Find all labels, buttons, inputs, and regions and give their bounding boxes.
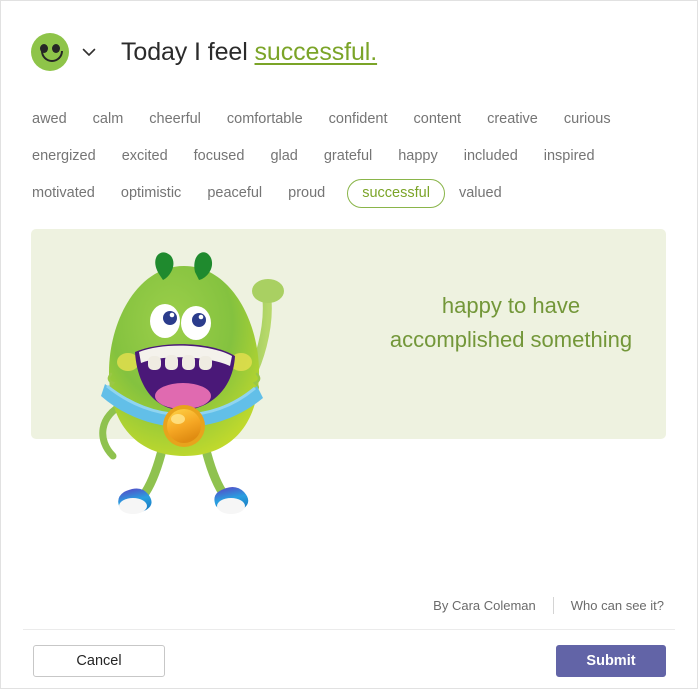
mood-word-grateful[interactable]: grateful xyxy=(324,149,372,164)
mood-word-curious[interactable]: curious xyxy=(564,112,611,127)
dialog-header: Today I feel successful. xyxy=(31,29,377,75)
mood-row: awed calm cheerful comfortable confident… xyxy=(32,101,672,138)
mood-word-cheerful[interactable]: cheerful xyxy=(149,112,201,127)
mood-word-motivated[interactable]: motivated xyxy=(32,186,95,201)
mood-row: energized excited focused glad grateful … xyxy=(32,138,672,175)
title-selected-mood[interactable]: successful. xyxy=(255,38,378,66)
green-furry-monster-illustration xyxy=(91,244,321,514)
mood-word-awed[interactable]: awed xyxy=(32,112,67,127)
mood-word-valued[interactable]: valued xyxy=(459,186,502,201)
mood-word-glad[interactable]: glad xyxy=(270,149,297,164)
mood-word-focused[interactable]: focused xyxy=(194,149,245,164)
mood-word-included[interactable]: included xyxy=(464,149,518,164)
mood-word-list: awed calm cheerful comfortable confident… xyxy=(32,101,672,212)
who-can-see-it-link[interactable]: Who can see it? xyxy=(571,598,664,613)
caption-line-2: accomplished something xyxy=(389,327,633,352)
mood-word-creative[interactable]: creative xyxy=(487,112,538,127)
caption-line-1: happy to have xyxy=(441,293,581,318)
mood-word-excited[interactable]: excited xyxy=(122,149,168,164)
mood-word-successful-selected[interactable]: successful xyxy=(347,178,445,209)
meta-divider xyxy=(552,597,554,614)
mood-word-confident[interactable]: confident xyxy=(329,112,388,127)
mood-word-proud[interactable]: proud xyxy=(288,186,325,201)
mood-word-inspired[interactable]: inspired xyxy=(544,149,595,164)
mood-caption: happy to have accomplished something xyxy=(361,289,661,357)
mood-word-content[interactable]: content xyxy=(414,112,462,127)
submit-button[interactable]: Submit xyxy=(556,645,666,677)
chevron-down-icon[interactable] xyxy=(81,44,97,60)
author-label: By Cara Coleman xyxy=(433,598,536,613)
mood-word-happy[interactable]: happy xyxy=(398,149,438,164)
mood-word-calm[interactable]: calm xyxy=(93,112,124,127)
mood-row: motivated optimistic peaceful proud succ… xyxy=(32,175,672,212)
title-prefix: Today I feel xyxy=(121,37,255,66)
mood-word-peaceful[interactable]: peaceful xyxy=(207,186,262,201)
mood-word-energized[interactable]: energized xyxy=(32,149,96,164)
cancel-button[interactable]: Cancel xyxy=(33,645,165,677)
mood-word-optimistic[interactable]: optimistic xyxy=(121,186,181,201)
smiley-face-icon[interactable] xyxy=(31,33,69,71)
footer-divider xyxy=(23,629,675,630)
praise-mood-dialog: Today I feel successful. awed calm cheer… xyxy=(0,0,698,689)
emoji-mouth xyxy=(41,51,63,62)
mood-word-comfortable[interactable]: comfortable xyxy=(227,112,303,127)
meta-line: By Cara Coleman Who can see it? xyxy=(433,597,664,614)
page-title: Today I feel successful. xyxy=(121,38,377,67)
